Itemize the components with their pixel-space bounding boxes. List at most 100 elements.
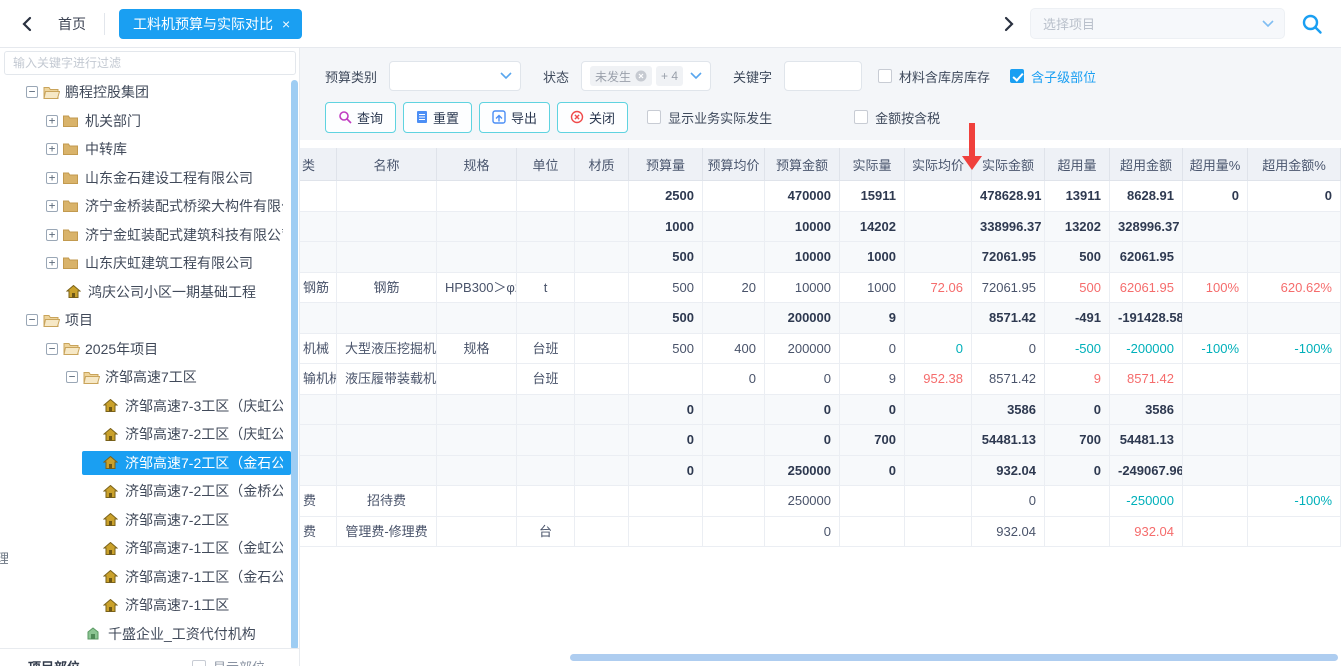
tree-item[interactable]: −项目 [0,306,291,335]
side-tab-handle[interactable]: 理 [0,548,8,567]
table-cell [1183,456,1248,487]
column-header[interactable]: 类 [300,148,337,181]
tabs-forward-icon[interactable] [998,12,1020,36]
column-header[interactable]: 名称 [337,148,437,181]
tree-item[interactable]: 济邹高速7-1工区 [0,591,291,620]
table-cell: 620.62% [1248,273,1341,304]
tree-item[interactable]: 济邹高速7-2工区（庆虹公司） [0,420,291,449]
expand-icon[interactable]: + [46,115,58,127]
tab-active[interactable]: 工料机预算与实际对比 × [119,9,302,39]
table-cell [1248,364,1341,395]
tax-included-checkbox-group[interactable]: 金额按含税 [854,108,940,127]
tree-item[interactable]: 济邹高速7-1工区（金石公司） [0,563,291,592]
material-stock-checkbox[interactable] [878,69,892,83]
tree-item[interactable]: 千盛企业_工资代付机构 [0,620,291,649]
tab-home[interactable]: 首页 [58,14,86,34]
column-header[interactable]: 预算量 [629,148,703,181]
table-cell: 100% [1183,273,1248,304]
table-row[interactable]: 250047000015911478628.91139118628.9100 [300,181,1341,212]
collapse-icon[interactable]: − [26,86,38,98]
column-header[interactable]: 材质 [575,148,629,181]
table-cell [703,212,765,243]
expand-icon[interactable]: + [46,172,58,184]
tree-item[interactable]: 济邹高速7-1工区（金虹公司） [0,534,291,563]
include-children-checkbox[interactable] [1010,69,1024,83]
table-row[interactable]: 0070054481.1370054481.13 [300,425,1341,456]
collapse-icon[interactable]: − [26,314,38,326]
tree-item[interactable]: +中转库 [0,135,291,164]
collapse-icon[interactable]: − [66,371,78,383]
project-select[interactable]: 选择项目 [1030,8,1285,39]
table-cell: 62061.95 [1110,273,1183,304]
tree-filter-input[interactable] [4,51,296,75]
table-cell: 338996.37 [972,212,1045,243]
include-children-checkbox-group[interactable]: 含子级部位 [1010,67,1096,86]
column-header[interactable]: 超用量% [1183,148,1248,181]
document-icon [416,110,428,124]
expand-icon[interactable]: + [46,143,58,155]
reset-button[interactable]: 重置 [403,102,472,133]
keyword-input[interactable] [784,61,862,91]
tree-item[interactable]: 济邹高速7-3工区（庆虹公司） [0,392,291,421]
tree-item[interactable]: +山东庆虹建筑工程有限公司 [0,249,291,278]
table-cell [437,517,517,548]
tab-close-icon[interactable]: × [282,16,290,32]
expand-icon[interactable]: + [46,257,58,269]
show-actual-checkbox[interactable] [647,110,661,124]
project-search-icon[interactable] [1297,9,1327,39]
close-button-label: 关闭 [589,108,615,127]
table-row[interactable]: 10001000014202338996.3713202328996.37 [300,212,1341,243]
table-row[interactable]: 机械大型液压挖掘机规格台班500400200000000-500-200000-… [300,334,1341,365]
column-header[interactable]: 超用金额 [1110,148,1183,181]
column-header[interactable]: 实际均价 [905,148,972,181]
status-select[interactable]: 未发生 + 4 [581,61,711,91]
show-parts-checkbox-group[interactable]: 显示部位 [192,657,265,666]
show-parts-checkbox[interactable] [192,660,206,666]
column-header[interactable]: 超用量 [1045,148,1110,181]
column-header[interactable]: 规格 [437,148,517,181]
column-header[interactable]: 超用金额% [1248,148,1341,181]
table-row[interactable]: 50020000098571.42-491-191428.58 [300,303,1341,334]
tabs-back-icon[interactable] [16,12,38,36]
tree-item[interactable]: +山东金石建设工程有限公司 [0,164,291,193]
tree-item[interactable]: 鸿庆公司小区一期基础工程 [0,278,291,307]
table-cell: 液压履带装载机 [337,364,437,395]
table-row[interactable]: 50010000100072061.9550062061.95 [300,242,1341,273]
table-row[interactable]: 02500000932.040-249067.96 [300,456,1341,487]
close-button[interactable]: 关闭 [557,102,628,133]
table-row[interactable]: 000358603586 [300,395,1341,426]
budget-type-select[interactable] [389,61,521,91]
collapse-icon[interactable]: − [46,343,58,355]
tree-item[interactable]: −济邹高速7工区 [0,363,291,392]
table-row[interactable]: 输机械液压履带装载机台班009952.388571.4298571.42 [300,364,1341,395]
table-row[interactable]: 费招待费2500000-250000-100% [300,486,1341,517]
tree-item[interactable]: −鹏程控股集团 [0,78,291,107]
material-stock-checkbox-group[interactable]: 材料含库房库存 [878,67,990,86]
tag-remove-icon[interactable] [635,70,647,82]
table-row[interactable]: 费管理费-修理费台0932.04932.04 [300,517,1341,548]
tree-item[interactable]: −2025年项目 [0,335,291,364]
tree-item[interactable]: 济邹高速7-2工区 [0,506,291,535]
column-header[interactable]: 实际金额 [972,148,1045,181]
table-cell [1183,425,1248,456]
column-header[interactable]: 预算金额 [765,148,840,181]
tree-item[interactable]: 济邹高速7-2工区（金桥公司） [0,477,291,506]
column-header[interactable]: 预算均价 [703,148,765,181]
tree-item[interactable]: +济宁金桥装配式桥梁大构件有限公司 [0,192,291,221]
column-header[interactable]: 单位 [517,148,575,181]
expand-icon[interactable]: + [46,200,58,212]
query-button[interactable]: 查询 [325,102,396,133]
table-horizontal-scrollbar[interactable] [570,654,1338,661]
show-actual-checkbox-group[interactable]: 显示业务实际发生 [647,108,772,127]
expand-icon[interactable]: + [46,229,58,241]
tree-item[interactable]: +机关部门 [0,107,291,136]
sidebar-vertical-scrollbar[interactable] [291,80,298,650]
table-row[interactable]: 钢筋钢筋HPB300＞φ2t5002010000100072.0672061.9… [300,273,1341,304]
column-header[interactable]: 实际量 [840,148,905,181]
tree-item[interactable]: 济邹高速7-2工区（金石公司） [0,449,291,478]
export-button[interactable]: 导出 [479,102,550,133]
query-button-label: 查询 [357,108,383,127]
tax-included-checkbox[interactable] [854,110,868,124]
table-cell [437,303,517,334]
tree-item[interactable]: +济宁金虹装配式建筑科技有限公司 [0,221,291,250]
